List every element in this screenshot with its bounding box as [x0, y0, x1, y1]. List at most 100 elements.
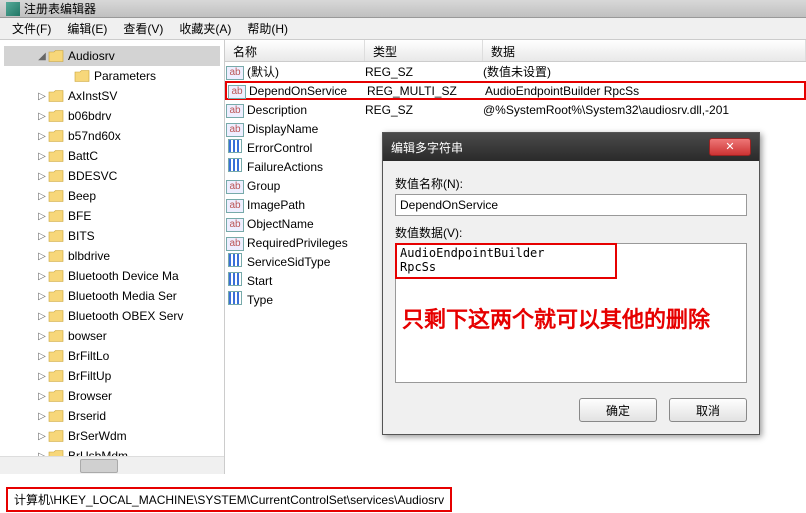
value-data: @%SystemRoot%\System32\audiosrv.dll,-201 — [483, 103, 806, 117]
value-type: REG_SZ — [365, 65, 483, 79]
dialog-titlebar[interactable]: 编辑多字符串 ✕ — [383, 133, 759, 161]
tree-node-beep[interactable]: ▷ Beep — [4, 186, 220, 206]
tree-expander-icon[interactable]: ▷ — [36, 171, 48, 182]
folder-icon — [48, 429, 64, 443]
folder-icon — [48, 209, 64, 223]
folder-icon — [48, 309, 64, 323]
statusbar-path: 计算机\HKEY_LOCAL_MACHINE\SYSTEM\CurrentCon… — [6, 487, 452, 512]
tree-expander-icon[interactable]: ▷ — [36, 111, 48, 122]
window-title: 注册表编辑器 — [24, 0, 96, 17]
values-header[interactable]: 名称 类型 数据 — [225, 40, 806, 62]
tree-node-blbdrive[interactable]: ▷ blbdrive — [4, 246, 220, 266]
tree-node-bluetooth-media-ser[interactable]: ▷ Bluetooth Media Ser — [4, 286, 220, 306]
menu-edit[interactable]: 编辑(E) — [59, 20, 115, 37]
folder-icon — [48, 89, 64, 103]
tree-item-label: BITS — [68, 229, 95, 243]
tree-horizontal-scrollbar[interactable] — [0, 456, 224, 474]
tree-node-b57nd60x[interactable]: ▷b57nd60x — [4, 126, 220, 146]
value-name-input[interactable] — [395, 194, 747, 216]
column-name[interactable]: 名称 — [225, 40, 365, 61]
tree-expander-icon[interactable]: ▷ — [36, 391, 48, 402]
tree-node-battc[interactable]: ▷ BattC — [4, 146, 220, 166]
window-titlebar: 注册表编辑器 — [0, 0, 806, 18]
tree-item-label: Beep — [68, 189, 96, 203]
tree-node-brfiltlo[interactable]: ▷ BrFiltLo — [4, 346, 220, 366]
tree-item-label: blbdrive — [68, 249, 110, 263]
column-data[interactable]: 数据 — [483, 40, 806, 61]
tree-expander-icon[interactable]: ▷ — [36, 411, 48, 422]
dialog-close-button[interactable]: ✕ — [709, 138, 751, 156]
tree-expander-icon[interactable]: ▷ — [36, 231, 48, 242]
tree-expander-icon[interactable]: ▷ — [36, 191, 48, 202]
value-name: Start — [245, 274, 365, 288]
value-name: FailureActions — [245, 160, 365, 174]
tree-expander-icon[interactable]: ▷ — [36, 331, 48, 342]
folder-icon — [48, 269, 64, 283]
value-name: RequiredPrivileges — [245, 236, 365, 250]
value-row[interactable]: abDependOnServiceREG_MULTI_SZAudioEndpoi… — [225, 81, 806, 100]
tree-expander-icon[interactable]: ▷ — [36, 91, 48, 102]
tree-node-bluetooth-device-ma[interactable]: ▷Bluetooth Device Ma — [4, 266, 220, 286]
value-name: Description — [245, 103, 365, 117]
value-data-label: 数值数据(V): — [395, 224, 747, 241]
menu-file[interactable]: 文件(F) — [4, 20, 59, 37]
tree-expander-icon[interactable]: ▷ — [36, 131, 48, 142]
value-row[interactable]: ab(默认)REG_SZ(数值未设置) — [225, 62, 806, 81]
tree-node-brserid[interactable]: ▷ Brserid — [4, 406, 220, 426]
statusbar: 计算机\HKEY_LOCAL_MACHINE\SYSTEM\CurrentCon… — [0, 485, 806, 513]
tree-expander-icon[interactable]: ▷ — [36, 311, 48, 322]
folder-icon — [74, 69, 90, 83]
cancel-button[interactable]: 取消 — [669, 398, 747, 422]
tree-expander-icon[interactable]: ▷ — [36, 271, 48, 282]
tree-node-b06bdrv[interactable]: ▷ b06bdrv — [4, 106, 220, 126]
binary-value-icon — [228, 272, 242, 286]
tree-node-brfiltup[interactable]: ▷BrFiltUp — [4, 366, 220, 386]
menu-favorites[interactable]: 收藏夹(A) — [171, 20, 239, 37]
folder-icon — [48, 409, 64, 423]
ok-button[interactable]: 确定 — [579, 398, 657, 422]
tree-item-label: BattC — [68, 149, 98, 163]
folder-icon — [48, 249, 64, 263]
string-value-icon: ab — [226, 218, 243, 232]
value-name: Group — [245, 179, 365, 193]
tree-expander-icon[interactable]: ▷ — [36, 371, 48, 382]
binary-value-icon — [228, 253, 242, 267]
tree-node-bdesvc[interactable]: ▷BDESVC — [4, 166, 220, 186]
string-value-icon: ab — [226, 180, 243, 194]
menu-help[interactable]: 帮助(H) — [239, 20, 296, 37]
tree-pane[interactable]: ◢AudiosrvParameters▷AxInstSV▷b06bdrv▷b57… — [0, 40, 225, 474]
tree-expander-icon[interactable]: ▷ — [36, 211, 48, 222]
tree-node-brserwdm[interactable]: ▷BrSerWdm — [4, 426, 220, 446]
folder-icon — [48, 369, 64, 383]
tree-node-audiosrv[interactable]: ◢ Audiosrv — [4, 46, 220, 66]
tree-expander-icon[interactable]: ▷ — [36, 351, 48, 362]
folder-icon — [48, 329, 64, 343]
value-name: DisplayName — [245, 122, 365, 136]
tree-node-axinstsv[interactable]: ▷AxInstSV — [4, 86, 220, 106]
menu-view[interactable]: 查看(V) — [115, 20, 171, 37]
tree-expander-icon[interactable]: ▷ — [36, 431, 48, 442]
dialog-title: 编辑多字符串 — [391, 139, 463, 156]
tree-node-bowser[interactable]: ▷bowser — [4, 326, 220, 346]
tree-item-label: Audiosrv — [68, 49, 115, 63]
tree-expander-icon[interactable]: ▷ — [36, 251, 48, 262]
tree-item-label: b06bdrv — [68, 109, 111, 123]
tree-item-label: BrFiltLo — [68, 349, 109, 363]
tree-node-parameters[interactable]: Parameters — [4, 66, 220, 86]
menubar: 文件(F) 编辑(E) 查看(V) 收藏夹(A) 帮助(H) — [0, 18, 806, 40]
tree-expander-icon[interactable]: ▷ — [36, 151, 48, 162]
folder-icon — [48, 389, 64, 403]
tree-expander-icon[interactable]: ◢ — [36, 51, 48, 62]
column-type[interactable]: 类型 — [365, 40, 483, 61]
tree-node-bluetooth-obex-serv[interactable]: ▷Bluetooth OBEX Serv — [4, 306, 220, 326]
tree-expander-icon[interactable]: ▷ — [36, 291, 48, 302]
tree-node-browser[interactable]: ▷Browser — [4, 386, 220, 406]
tree-node-bfe[interactable]: ▷BFE — [4, 206, 220, 226]
binary-value-icon — [228, 158, 242, 172]
tree-item-label: Brserid — [68, 409, 106, 423]
tree-item-label: Bluetooth Media Ser — [68, 289, 177, 303]
value-type: REG_SZ — [365, 103, 483, 117]
tree-node-bits[interactable]: ▷ BITS — [4, 226, 220, 246]
folder-icon — [48, 229, 64, 243]
value-row[interactable]: abDescriptionREG_SZ@%SystemRoot%\System3… — [225, 100, 806, 119]
